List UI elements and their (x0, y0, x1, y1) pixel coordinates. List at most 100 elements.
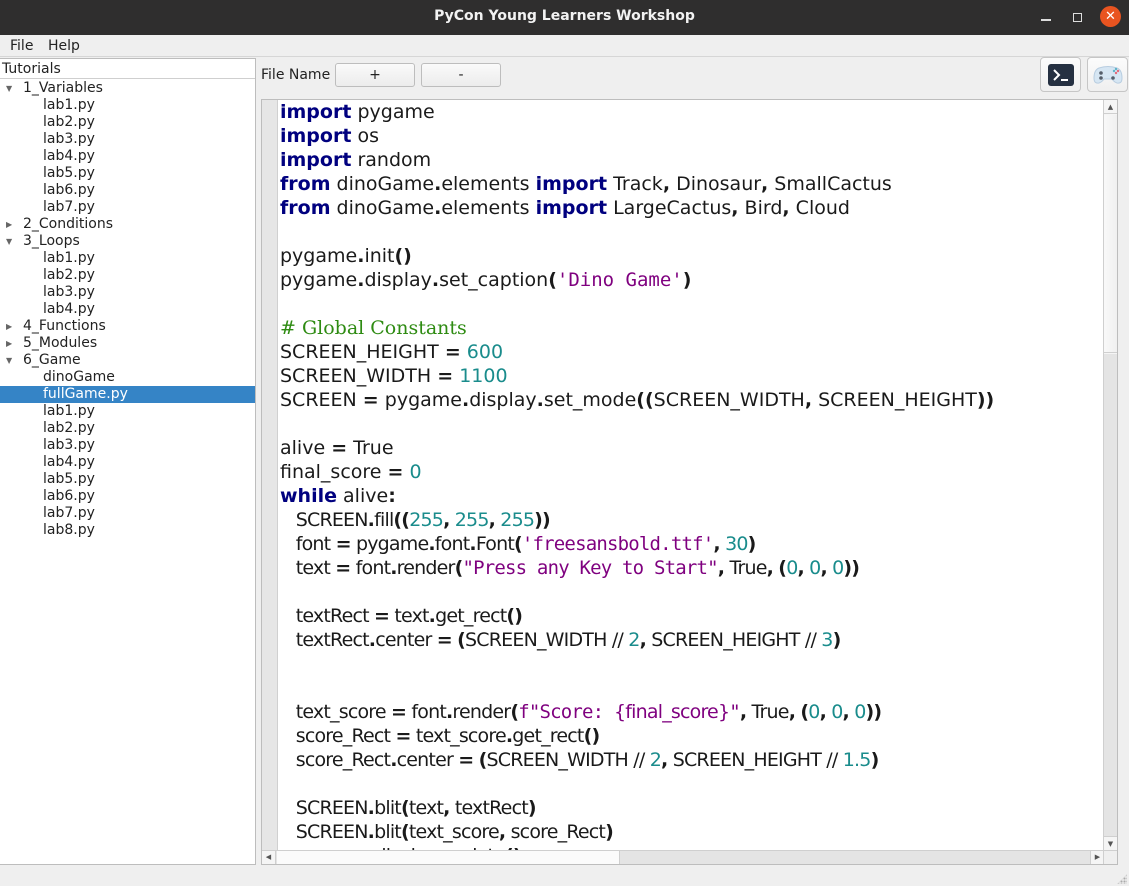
collapsed-arrow-icon[interactable]: ▶ (6, 216, 14, 233)
code-line[interactable]: from dinoGame.elements import Track, Din… (280, 172, 994, 196)
code-line[interactable] (280, 412, 994, 436)
code-line[interactable] (280, 676, 994, 700)
tree-file[interactable]: lab6.py (0, 182, 255, 199)
tree-folder[interactable]: ▶ 5_Modules (0, 335, 255, 352)
tree-file[interactable]: lab2.py (0, 420, 255, 437)
expanded-arrow-icon[interactable]: ▼ (6, 233, 14, 250)
code-editor[interactable]: import pygame import os import random from … (261, 99, 1118, 865)
tutorials-tree[interactable]: Tutorials ▼ 1_Variables lab1.py lab2.py lab3… (0, 58, 256, 865)
code-token: score_Rect (505, 821, 606, 843)
tree-folder[interactable]: ▼ 1_Variables (0, 80, 255, 97)
tree-file[interactable]: lab7.py (0, 199, 255, 216)
code-line[interactable]: score_Rect = text_score.get_rect() (280, 724, 994, 748)
code-line[interactable]: font = pygame.font.Font('freesansbold.tt… (280, 532, 994, 556)
horizontal-scroll-thumb[interactable] (277, 851, 620, 864)
code-token: font (406, 701, 446, 723)
tree-file[interactable]: lab1.py (0, 250, 255, 267)
code-line[interactable]: SCREEN.blit(text, textRect) (280, 796, 994, 820)
code-line[interactable]: final_score = 0 (280, 460, 994, 484)
code-line[interactable]: pygame.init() (280, 244, 994, 268)
code-line[interactable]: SCREEN_WIDTH = 1100 (280, 364, 994, 388)
tree-file[interactable]: dinoGame (0, 369, 255, 386)
code-line[interactable]: # Global Constants (280, 316, 994, 340)
scroll-left-icon[interactable]: ◀ (262, 851, 276, 864)
run-game-button[interactable] (1087, 57, 1128, 92)
code-line[interactable] (280, 292, 994, 316)
code-token: 2 (649, 749, 662, 771)
code-line[interactable]: import pygame (280, 100, 994, 124)
code-token: ) (682, 269, 692, 291)
expanded-arrow-icon[interactable]: ▼ (6, 352, 14, 369)
tree-file[interactable]: lab4.py (0, 301, 255, 318)
tree-file[interactable]: fullGame.py (0, 386, 255, 403)
code-line[interactable]: while alive: (280, 484, 994, 508)
tree-file[interactable]: lab1.py (0, 403, 255, 420)
horizontal-scrollbar[interactable]: ◀ ▶ (262, 850, 1104, 864)
code-token: pygame (378, 389, 462, 411)
menu-help[interactable]: Help (48, 38, 80, 54)
tree-folder[interactable]: ▼ 6_Game (0, 352, 255, 369)
code-token: SCREEN (280, 797, 369, 819)
code-token: import (280, 101, 352, 123)
tree-file[interactable]: lab1.py (0, 97, 255, 114)
tree-folder[interactable]: ▶ 4_Functions (0, 318, 255, 335)
code-token: SCREEN_WIDTH // (465, 629, 629, 651)
minimize-icon[interactable] (1035, 6, 1057, 28)
code-line[interactable]: import random (280, 148, 994, 172)
collapsed-arrow-icon[interactable]: ▶ (6, 335, 14, 352)
expanded-arrow-icon[interactable]: ▼ (6, 80, 14, 97)
code-line[interactable]: SCREEN = pygame.display.set_mode((SCREEN… (280, 388, 994, 412)
tree-file[interactable]: lab5.py (0, 165, 255, 182)
code-token: "Press any Key to Start" (462, 557, 718, 579)
code-line[interactable]: from dinoGame.elements import LargeCactu… (280, 196, 994, 220)
tree-folder[interactable]: ▼ 3_Loops (0, 233, 255, 250)
tree-file[interactable]: lab5.py (0, 471, 255, 488)
code-line[interactable] (280, 580, 994, 604)
tree-file[interactable]: lab2.py (0, 267, 255, 284)
collapsed-arrow-icon[interactable]: ▶ (6, 318, 14, 335)
code-line[interactable] (280, 652, 994, 676)
add-file-button[interactable]: + (335, 63, 415, 87)
code-token: set_caption (439, 269, 549, 291)
code-content[interactable]: import pygame import os import random from … (280, 100, 994, 864)
code-token: ) (527, 797, 537, 819)
code-line[interactable]: import os (280, 124, 994, 148)
code-line[interactable]: SCREEN_HEIGHT = 600 (280, 340, 994, 364)
code-line[interactable]: textRect = text.get_rect() (280, 604, 994, 628)
tree-file[interactable]: lab3.py (0, 437, 255, 454)
terminal-button[interactable] (1040, 57, 1081, 92)
tree-file[interactable]: lab8.py (0, 522, 255, 539)
menu-file[interactable]: File (10, 38, 33, 54)
code-line[interactable]: textRect.center = (SCREEN_WIDTH // 2, SC… (280, 628, 994, 652)
code-line[interactable]: text = font.render("Press any Key to Sta… (280, 556, 994, 580)
resize-grip-icon[interactable] (1117, 874, 1127, 884)
scroll-right-icon[interactable]: ▶ (1090, 851, 1104, 864)
maximize-icon[interactable] (1066, 6, 1088, 28)
vertical-scroll-thumb[interactable] (1104, 115, 1117, 353)
code-line[interactable]: text_score = font.render(f"Score: {final… (280, 700, 994, 724)
tree-folder[interactable]: ▶ 2_Conditions (0, 216, 255, 233)
tree-file[interactable]: lab3.py (0, 131, 255, 148)
status-bar (0, 866, 1129, 886)
scroll-down-icon[interactable]: ▼ (1104, 836, 1117, 850)
tree-file[interactable]: lab2.py (0, 114, 255, 131)
code-line[interactable]: SCREEN.fill((255, 255, 255)) (280, 508, 994, 532)
code-line[interactable]: SCREEN.blit(text_score, score_Rect) (280, 820, 994, 844)
code-line[interactable]: pygame.display.set_caption('Dino Game') (280, 268, 994, 292)
tree-file[interactable]: lab3.py (0, 284, 255, 301)
vertical-scroll-track[interactable] (1104, 354, 1117, 836)
code-line[interactable] (280, 220, 994, 244)
tree-file[interactable]: lab7.py (0, 505, 255, 522)
code-line[interactable] (280, 772, 994, 796)
scroll-up-icon[interactable]: ▲ (1104, 100, 1117, 114)
tree-file[interactable]: lab4.py (0, 454, 255, 471)
code-line[interactable]: alive = True (280, 436, 994, 460)
tree-file[interactable]: lab4.py (0, 148, 255, 165)
code-line[interactable]: score_Rect.center = (SCREEN_WIDTH // 2, … (280, 748, 994, 772)
vertical-scrollbar[interactable]: ▲ ▼ (1103, 100, 1117, 850)
tree-file[interactable]: lab6.py (0, 488, 255, 505)
code-token: os (351, 125, 379, 147)
close-icon[interactable]: ✕ (1100, 6, 1121, 27)
remove-file-button[interactable]: - (421, 63, 501, 87)
code-token: ( (548, 269, 557, 291)
